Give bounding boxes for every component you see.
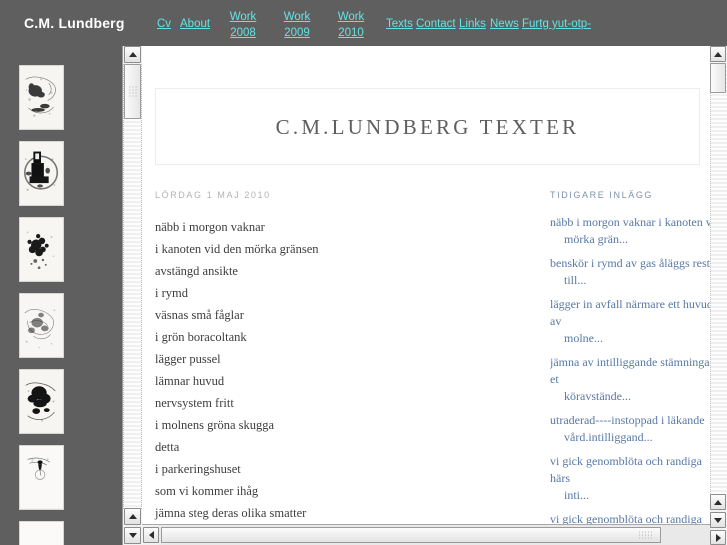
horizontal-scrollbar-left-button[interactable] xyxy=(143,527,159,543)
nav-link-texts[interactable]: Texts xyxy=(386,18,413,31)
artwork-image-1 xyxy=(20,66,63,129)
previous-post-line2: mörka grän... xyxy=(564,232,628,246)
grip-dots-icon xyxy=(638,530,652,540)
left-rail-scrollbar[interactable] xyxy=(122,46,142,545)
previous-post-link[interactable]: lägger in avfall närmare ett huvud av mo… xyxy=(550,296,710,347)
blog-title: C.M.LUNDBERG TEXTER xyxy=(275,115,580,139)
previous-post-link[interactable]: benskör i rymd av gas åläggs resten till… xyxy=(550,255,710,289)
left-scrollbar-up-button-bottom[interactable] xyxy=(124,508,141,525)
blog-banner: C.M.LUNDBERG TEXTER xyxy=(155,88,700,165)
document-vertical-scrollbar[interactable] xyxy=(710,46,727,545)
previous-post-link[interactable]: näbb i morgon vaknar i kanoten vid mörka… xyxy=(550,214,710,248)
left-scrollbar-thumb[interactable] xyxy=(124,64,141,119)
previous-post-line1: utraderad----instoppad i läkande xyxy=(550,413,705,427)
chevron-right-icon xyxy=(715,533,721,542)
nav-link-news[interactable]: News xyxy=(490,18,519,31)
left-scrollbar-track[interactable] xyxy=(123,64,142,509)
grip-dots-icon xyxy=(128,85,137,98)
artwork-thumbnail-rail xyxy=(0,46,122,545)
previous-post-line1: benskör i rymd av gas åläggs resten xyxy=(550,256,710,270)
post-date: LÖRDAG 1 MAJ 2010 xyxy=(155,190,271,200)
poem-line: i parkeringshuset xyxy=(155,462,241,476)
document-horizontal-scrollbar[interactable] xyxy=(142,524,710,545)
previous-post-line1: näbb i morgon vaknar i kanoten vid xyxy=(550,215,710,229)
poem-line: avstängd ansikte xyxy=(155,264,238,278)
chevron-up-icon xyxy=(128,514,137,519)
nav-link-work-2008-line1[interactable]: Work xyxy=(226,11,260,24)
previous-post-line1: vi gick genomblöta och randiga härs xyxy=(550,512,702,524)
previous-post-line2: inti... xyxy=(564,488,590,502)
artwork-thumbnail[interactable] xyxy=(19,65,64,130)
horizontal-scrollbar-thumb[interactable] xyxy=(161,527,661,543)
poem-line: i grön boracoltank xyxy=(155,330,247,344)
previous-post-line2: köravstände... xyxy=(564,389,631,403)
poem-line: näbb i morgon vaknar xyxy=(155,220,265,234)
artwork-image-3 xyxy=(20,218,63,281)
chevron-up-icon xyxy=(714,51,722,57)
artwork-thumbnail[interactable] xyxy=(19,217,64,282)
chevron-up-icon xyxy=(714,499,722,505)
artwork-image-4 xyxy=(20,294,63,357)
previous-post-line2: vård.intilliggand... xyxy=(564,430,653,444)
left-scrollbar-up-button[interactable] xyxy=(124,46,141,63)
poem-line: i molnens gröna skugga xyxy=(155,418,275,432)
post-column: LÖRDAG 1 MAJ 2010 näbb i morgon vaknar i… xyxy=(155,190,525,524)
nav-link-about[interactable]: About xyxy=(180,18,210,31)
poem-line: i kanoten vid den mörka gränsen xyxy=(155,242,319,256)
previous-posts-heading: TIDIGARE INLÄGG xyxy=(550,190,654,200)
poem-line: som vi kommer ihåg xyxy=(155,484,259,498)
nav-link-furtg-yut-otp[interactable]: Furtg yut-otp- xyxy=(522,18,591,31)
poem-line: väsnas små fåglar xyxy=(155,308,244,322)
poem-line: jämna steg deras olika smatter xyxy=(155,506,307,520)
artwork-thumbnail[interactable] xyxy=(19,293,64,358)
nav-link-work-2010-line1[interactable]: Work xyxy=(334,11,368,24)
nav-link-links[interactable]: Links xyxy=(459,18,486,31)
document-scrollbar-down-button[interactable] xyxy=(710,512,726,528)
poem-line: lägger pussel xyxy=(155,352,221,366)
document-scrollbar-track[interactable] xyxy=(710,63,727,494)
artwork-thumbnail[interactable] xyxy=(19,521,64,545)
document-scrollbar-up-button-bottom[interactable] xyxy=(710,494,726,510)
chevron-left-icon xyxy=(148,531,154,539)
left-scrollbar-down-button[interactable] xyxy=(124,527,141,544)
nav-link-work-2009-line1[interactable]: Work xyxy=(280,11,314,24)
nav-link-contact[interactable]: Contact xyxy=(416,18,456,31)
previous-post-link[interactable]: vi gick genomblöta och randiga härs inti… xyxy=(550,453,710,504)
artwork-image-7 xyxy=(20,522,63,545)
previous-post-line1: vi gick genomblöta och randiga härs xyxy=(550,454,702,485)
poem-line: lämnar huvud xyxy=(155,374,225,388)
previous-post-line2: till... xyxy=(564,273,587,287)
browser-page: C.M. Lundberg Cv About Work 2008 Work 20… xyxy=(0,0,727,545)
nav-link-work-2008-line2[interactable]: 2008 xyxy=(226,27,260,40)
artwork-thumbnail[interactable] xyxy=(19,141,64,206)
poem-line: detta xyxy=(155,440,180,454)
previous-post-link[interactable]: utraderad----instoppad i läkande vård.in… xyxy=(550,412,710,446)
document-scrollbar-up-button[interactable] xyxy=(710,46,726,62)
chevron-down-icon xyxy=(714,517,722,523)
chevron-down-icon xyxy=(128,533,137,538)
previous-post-link[interactable]: jämna av intilliggande stämningari et kö… xyxy=(550,354,710,405)
previous-posts-column: TIDIGARE INLÄGG näbb i morgon vaknar i k… xyxy=(550,190,710,524)
poem-line: nervsystem fritt xyxy=(155,396,234,410)
artwork-image-6 xyxy=(20,446,63,509)
nav-link-cv[interactable]: Cv xyxy=(157,18,171,31)
document-scrollbar-thumb[interactable] xyxy=(710,63,726,93)
artwork-image-5 xyxy=(20,370,63,433)
nav-link-work-2010-line2[interactable]: 2010 xyxy=(334,27,368,40)
site-title: C.M. Lundberg xyxy=(24,15,125,31)
previous-post-line2: molne... xyxy=(564,331,603,345)
site-header: C.M. Lundberg Cv About Work 2008 Work 20… xyxy=(0,0,727,46)
previous-post-line1: lägger in avfall närmare ett huvud av xyxy=(550,297,710,328)
document-scrollbar-right-button[interactable] xyxy=(710,530,726,545)
poem-line: i rymd xyxy=(155,286,188,300)
artwork-thumbnail[interactable] xyxy=(19,445,64,510)
document-viewport: C.M.LUNDBERG TEXTER LÖRDAG 1 MAJ 2010 nä… xyxy=(142,46,710,524)
artwork-image-2 xyxy=(20,142,63,205)
artwork-thumbnail[interactable] xyxy=(19,369,64,434)
chevron-up-icon xyxy=(128,52,137,57)
nav-link-work-2009-line2[interactable]: 2009 xyxy=(280,27,314,40)
previous-post-link[interactable]: vi gick genomblöta och randiga härs inti… xyxy=(550,511,710,524)
previous-post-line1: jämna av intilliggande stämningari et xyxy=(550,355,710,386)
